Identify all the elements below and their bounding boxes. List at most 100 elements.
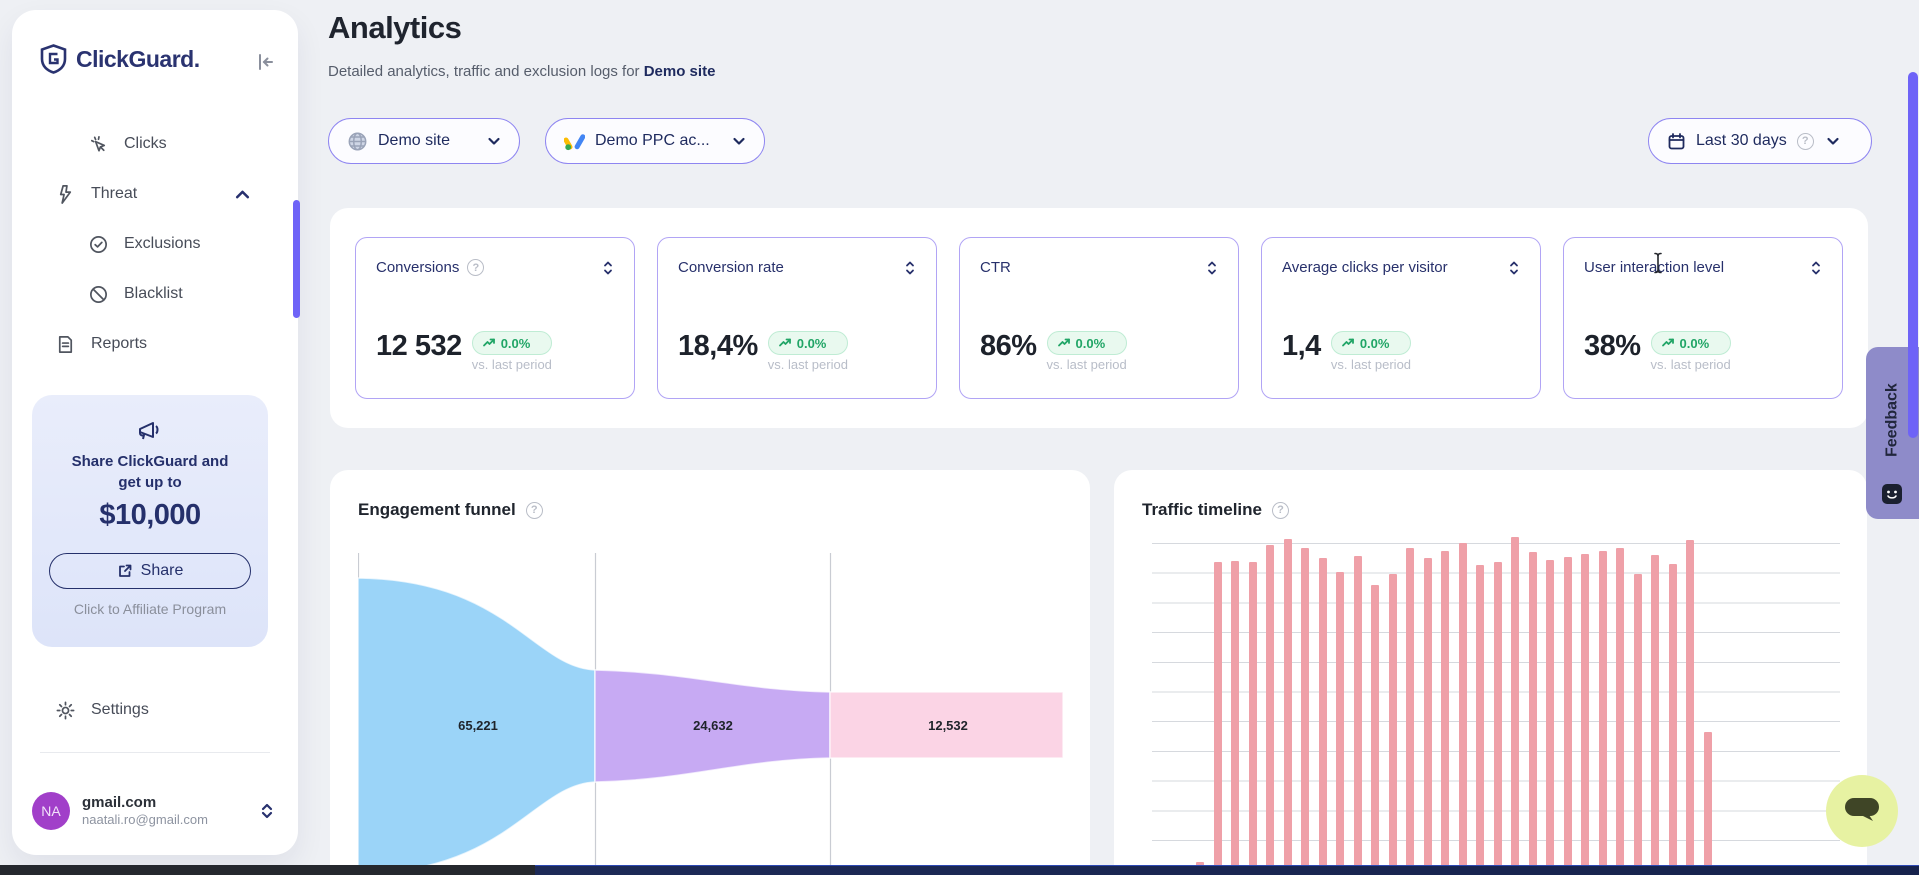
kpi-value: 12 532 — [376, 331, 462, 363]
site-dropdown[interactable]: Demo site — [328, 118, 520, 164]
traffic-bar — [1669, 564, 1677, 875]
promo-text-line1: Share ClickGuard and — [32, 453, 268, 470]
engagement-funnel-card: Engagement funnel ? 65,221 24,632 12,532 — [330, 470, 1090, 875]
kpi-label: Conversion rate — [678, 259, 784, 276]
traffic-bar — [1319, 558, 1327, 875]
sort-icon[interactable] — [1810, 260, 1822, 276]
kpi-change-badge: 0.0% — [1047, 331, 1127, 355]
sort-icon[interactable] — [1508, 260, 1520, 276]
bottom-edge-bar-right — [535, 865, 1919, 875]
kpi-card-conversions[interactable]: Conversions ? 12 532 0.0% vs. last perio… — [355, 237, 635, 399]
funnel-value-label: 24,632 — [693, 718, 733, 733]
account-switcher[interactable]: NA gmail.com naatali.ro@gmail.com — [32, 788, 278, 834]
site-dropdown-value: Demo site — [378, 132, 450, 150]
kpi-panel: Conversions ? 12 532 0.0% vs. last perio… — [330, 208, 1868, 428]
sort-icon[interactable] — [904, 260, 916, 276]
kpi-card-conversion-rate[interactable]: Conversion rate 18,4% 0.0% vs. last peri… — [657, 237, 937, 399]
chat-bubble-icon — [1842, 794, 1882, 828]
sidebar-item-settings[interactable]: Settings — [12, 688, 298, 732]
date-range-dropdown[interactable]: Last 30 days ? — [1648, 118, 1872, 164]
bottom-edge-bar — [0, 865, 1919, 875]
sidebar-item-clicks[interactable]: Clicks — [12, 122, 298, 166]
traffic-bar — [1336, 572, 1344, 875]
avatar-initials: NA — [41, 803, 60, 819]
sidebar-item-label: Reports — [91, 335, 147, 353]
traffic-bar — [1371, 585, 1379, 875]
kpi-change-badge: 0.0% — [1331, 331, 1411, 355]
traffic-bar — [1231, 561, 1239, 875]
promo-text-line2: get up to — [32, 474, 268, 491]
sidebar-item-label: Clicks — [124, 135, 167, 153]
traffic-bar — [1704, 732, 1712, 875]
account-name: gmail.com — [82, 794, 208, 812]
page-title: Analytics — [328, 10, 461, 46]
sidebar-collapse-icon[interactable] — [256, 52, 276, 72]
sort-icon[interactable] — [1206, 260, 1218, 276]
sidebar-scrollbar-thumb[interactable] — [293, 200, 300, 318]
sidebar-item-reports[interactable]: Reports — [12, 322, 298, 366]
sidebar-item-label: Threat — [91, 185, 137, 203]
kpi-card-ctr[interactable]: CTR 86% 0.0% vs. last period — [959, 237, 1239, 399]
sidebar: ClickGuard. Clicks Threat — [12, 10, 298, 855]
traffic-bar — [1686, 540, 1694, 875]
page-scrollbar-thumb[interactable] — [1908, 72, 1918, 438]
external-link-icon — [117, 563, 133, 579]
traffic-bar — [1529, 552, 1537, 875]
ppc-account-dropdown[interactable]: Demo PPC ac... — [545, 118, 765, 164]
chevron-up-down-icon — [260, 802, 274, 820]
kpi-value: 1,4 — [1282, 331, 1321, 363]
share-button-label: Share — [141, 562, 184, 580]
traffic-bar — [1564, 557, 1572, 875]
sort-icon[interactable] — [602, 260, 614, 276]
trend-up-icon — [1341, 336, 1355, 350]
traffic-bar — [1651, 555, 1659, 875]
clickguard-shield-icon — [40, 44, 67, 74]
traffic-bar — [1441, 551, 1449, 875]
traffic-bar — [1476, 565, 1484, 875]
page-subtitle: Detailed analytics, traffic and exclusio… — [328, 63, 715, 80]
chevron-up-icon[interactable] — [234, 186, 251, 203]
page-subtitle-site: Demo site — [644, 63, 716, 80]
sidebar-item-blacklist[interactable]: Blacklist — [12, 272, 298, 316]
kpi-change-value: 0.0% — [1360, 336, 1390, 351]
kpi-compare-label: vs. last period — [1651, 357, 1731, 372]
funnel-value-label: 12,532 — [928, 718, 968, 733]
traffic-bar — [1599, 551, 1607, 875]
share-button[interactable]: Share — [49, 553, 251, 589]
help-icon[interactable]: ? — [526, 502, 543, 519]
kpi-card-user-interaction[interactable]: User interaction level 38% 0.0% vs. last… — [1563, 237, 1843, 399]
help-icon[interactable]: ? — [1797, 133, 1814, 150]
traffic-bar — [1546, 560, 1554, 875]
sidebar-item-label: Exclusions — [124, 235, 200, 253]
traffic-bar — [1354, 556, 1362, 875]
kpi-value: 86% — [980, 331, 1037, 363]
kpi-change-value: 0.0% — [797, 336, 827, 351]
kpi-compare-label: vs. last period — [472, 357, 552, 372]
traffic-bar — [1389, 574, 1397, 875]
chat-launcher-button[interactable] — [1826, 775, 1898, 847]
chevron-down-icon — [732, 134, 746, 148]
engagement-funnel-chart: 65,221 24,632 12,532 — [358, 540, 1064, 875]
sidebar-item-exclusions[interactable]: Exclusions — [12, 222, 298, 266]
affiliate-link[interactable]: Click to Affiliate Program — [32, 601, 268, 617]
traffic-bar — [1424, 558, 1432, 875]
traffic-bar — [1249, 562, 1257, 875]
ppc-account-dropdown-value: Demo PPC ac... — [595, 132, 710, 150]
traffic-bar — [1266, 545, 1274, 875]
trend-up-icon — [778, 336, 792, 350]
kpi-compare-label: vs. last period — [768, 357, 848, 372]
brand-logo[interactable]: ClickGuard. — [40, 44, 200, 74]
kpi-compare-label: vs. last period — [1047, 357, 1127, 372]
traffic-bar — [1494, 562, 1502, 875]
sidebar-item-threat[interactable]: Threat — [12, 172, 298, 216]
kpi-label: CTR — [980, 259, 1011, 276]
help-icon[interactable]: ? — [467, 259, 484, 276]
kpi-label: Conversions — [376, 259, 459, 276]
chevron-down-icon — [487, 134, 501, 148]
page-subtitle-text: Detailed analytics, traffic and exclusio… — [328, 63, 644, 80]
help-icon[interactable]: ? — [1272, 502, 1289, 519]
avatar: NA — [32, 792, 70, 830]
traffic-bar — [1406, 548, 1414, 875]
traffic-bar — [1301, 548, 1309, 875]
kpi-card-avg-clicks[interactable]: Average clicks per visitor 1,4 0.0% vs. … — [1261, 237, 1541, 399]
